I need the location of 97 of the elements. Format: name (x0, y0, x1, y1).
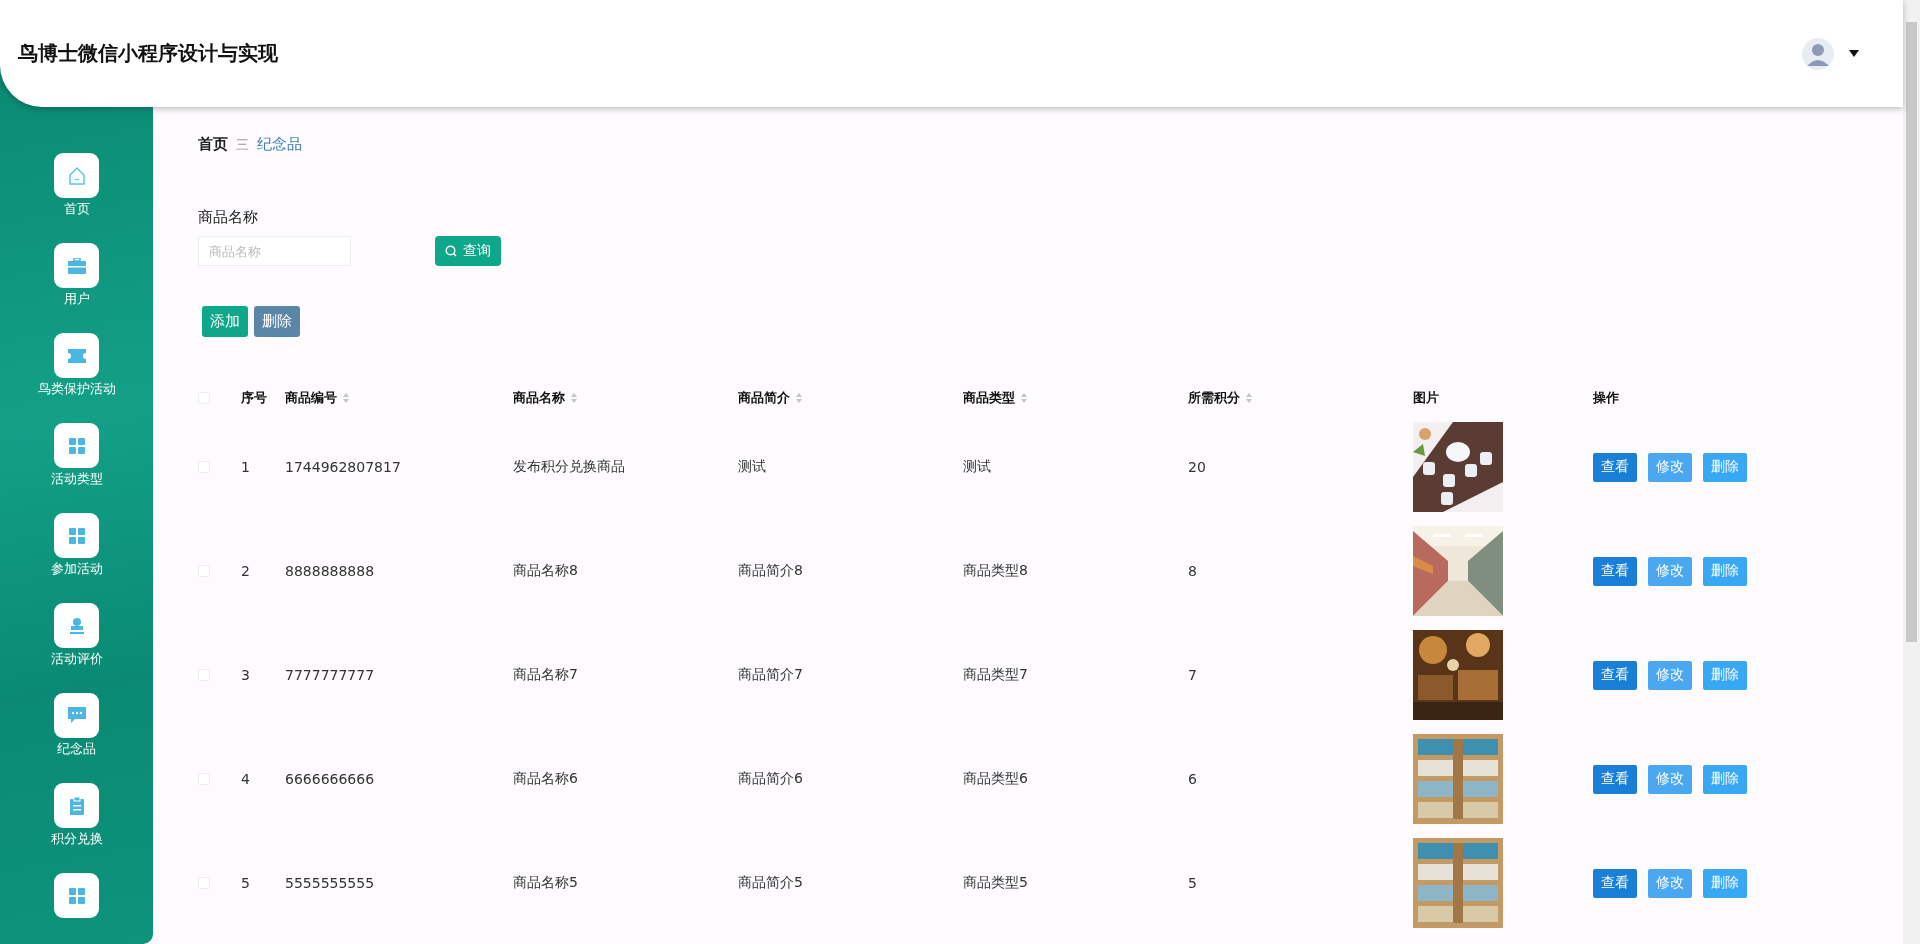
view-button[interactable]: 查看 (1593, 764, 1637, 794)
grid-icon (68, 437, 85, 454)
delete-button[interactable]: 删除 (1703, 868, 1747, 898)
name-cell: 商品名称5 (513, 874, 578, 892)
grid-icon (68, 887, 85, 904)
menu-label: 鸟类保护活动 (37, 381, 116, 398)
column-header: 操作 (1593, 389, 1619, 407)
menu-item[interactable] (54, 873, 99, 918)
name-cell: 商品名称7 (513, 666, 578, 684)
delete-button[interactable]: 删除 (1703, 452, 1747, 482)
menu-item[interactable] (54, 423, 99, 468)
points-cell: 20 (1188, 459, 1206, 475)
points-cell: 8 (1188, 563, 1197, 579)
search-field[interactable]: 商品名称 (198, 236, 351, 266)
column-header: 序号 (241, 389, 267, 407)
field-label: 商品名称 (198, 208, 259, 227)
column-header[interactable]: 商品简介 (738, 389, 790, 407)
menu-item[interactable] (54, 693, 99, 738)
points-cell: 7 (1188, 667, 1197, 683)
ticket-icon (67, 348, 86, 363)
menu-item[interactable] (54, 333, 99, 378)
caret-icon[interactable] (1849, 50, 1859, 57)
index-cell: 5 (241, 875, 250, 891)
points-cell: 6 (1188, 771, 1197, 787)
menu-item[interactable] (54, 243, 99, 288)
edit-button[interactable]: 修改 (1648, 660, 1692, 690)
search-icon (445, 245, 457, 257)
breadcrumb-link[interactable]: 首页 (198, 135, 228, 154)
column-header[interactable]: 商品名称 (513, 389, 565, 407)
code-cell: 8888888888 (285, 563, 375, 579)
edit-button[interactable]: 修改 (1648, 452, 1692, 482)
menu-label: 活动评价 (50, 651, 103, 668)
edit-button[interactable]: 修改 (1648, 764, 1692, 794)
index-cell: 4 (241, 771, 250, 787)
name-cell: 商品名称6 (513, 770, 578, 788)
app-title: 鸟博士微信小程序设计与实现 (18, 40, 278, 67)
sort-icon[interactable] (343, 393, 349, 403)
house-icon (66, 165, 87, 186)
column-header: 图片 (1413, 389, 1439, 407)
type-cell: 测试 (963, 458, 991, 476)
search-button[interactable]: 查询 (435, 236, 501, 266)
index-cell: 2 (241, 563, 250, 579)
type-cell: 商品类型7 (963, 666, 1028, 684)
view-button[interactable]: 查看 (1593, 868, 1637, 898)
avatar-icon[interactable] (1801, 36, 1835, 71)
menu-label: 首页 (63, 201, 90, 218)
menu-item[interactable] (54, 153, 99, 198)
clipboard-icon (69, 796, 84, 815)
code-cell: 7777777777 (285, 667, 375, 683)
sort-icon[interactable] (571, 393, 577, 403)
view-button[interactable]: 查看 (1593, 452, 1637, 482)
chat-icon (67, 707, 86, 724)
delete-button[interactable]: 删除 (254, 306, 300, 337)
index-cell: 3 (241, 667, 250, 683)
menu-label: 纪念品 (57, 741, 96, 758)
edit-button[interactable]: 修改 (1648, 556, 1692, 586)
name-cell: 商品名称8 (513, 562, 578, 580)
code-cell: 6666666666 (285, 771, 375, 787)
delete-button[interactable]: 删除 (1703, 764, 1747, 794)
sort-icon[interactable] (1246, 393, 1252, 403)
sort-icon[interactable] (796, 393, 802, 403)
add-button[interactable]: 添加 (202, 306, 248, 337)
points-cell: 5 (1188, 875, 1197, 891)
column-header[interactable]: 所需积分 (1188, 389, 1240, 407)
menu-item[interactable] (54, 513, 99, 558)
sort-icon[interactable] (1021, 393, 1027, 403)
grid-icon (68, 527, 85, 544)
menu-label: 用户 (63, 291, 90, 308)
index-cell: 1 (241, 459, 250, 475)
column-header[interactable]: 商品编号 (285, 389, 337, 407)
menu-item[interactable] (54, 783, 99, 828)
menu-label: 积分兑换 (50, 831, 103, 848)
menu-item[interactable] (54, 603, 99, 648)
scrollbar[interactable] (1903, 0, 1920, 944)
code-cell: 1744962807817 (285, 459, 401, 475)
stamp-icon (68, 617, 85, 634)
delete-button[interactable]: 删除 (1703, 660, 1747, 690)
edit-button[interactable]: 修改 (1648, 868, 1692, 898)
view-button[interactable]: 查看 (1593, 660, 1637, 690)
name-cell: 发布积分兑换商品 (513, 458, 625, 476)
menu-label: 参加活动 (50, 561, 103, 578)
menu-label: 活动类型 (50, 471, 103, 488)
intro-cell: 商品简介5 (738, 874, 803, 892)
type-cell: 商品类型6 (963, 770, 1028, 788)
view-button[interactable]: 查看 (1593, 556, 1637, 586)
intro-cell: 商品简介6 (738, 770, 803, 788)
briefcase-icon (67, 257, 86, 274)
intro-cell: 测试 (738, 458, 766, 476)
intro-cell: 商品简介8 (738, 562, 803, 580)
column-header[interactable]: 商品类型 (963, 389, 1015, 407)
type-cell: 商品类型5 (963, 874, 1028, 892)
delete-button[interactable]: 删除 (1703, 556, 1747, 586)
breadcrumb-current: 纪念品 (257, 135, 302, 154)
code-cell: 5555555555 (285, 875, 375, 891)
type-cell: 商品类型8 (963, 562, 1028, 580)
breadcrumb-separator: 三 (236, 135, 249, 154)
intro-cell: 商品简介7 (738, 666, 803, 684)
